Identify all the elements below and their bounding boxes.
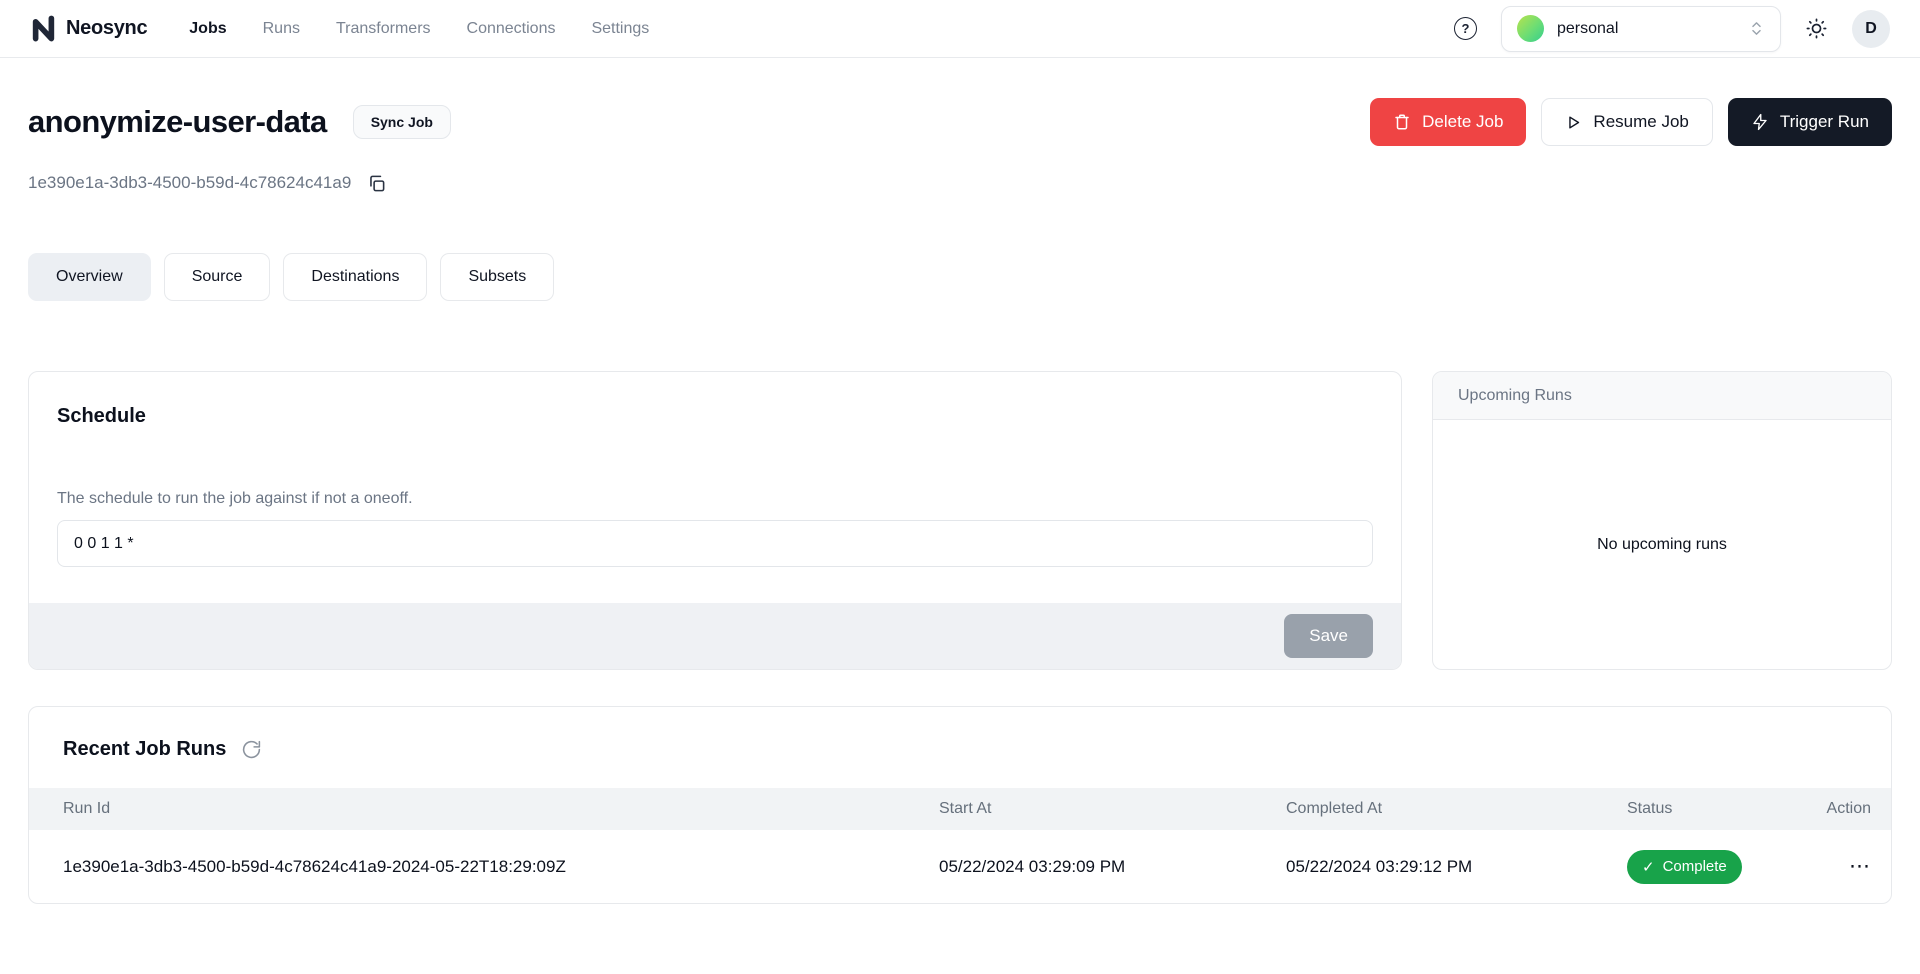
column-completed-at: Completed At — [1286, 800, 1627, 818]
schedule-card-footer: Save — [29, 603, 1401, 669]
chevron-updown-icon — [1748, 20, 1765, 37]
theme-toggle-button[interactable] — [1805, 17, 1828, 40]
upcoming-runs-header: Upcoming Runs — [1433, 372, 1891, 420]
help-icon: ? — [1454, 17, 1477, 40]
refresh-runs-button[interactable] — [241, 739, 262, 760]
recent-job-runs-card: Recent Job Runs Run Id Start At Complete… — [28, 706, 1892, 904]
main-content: anonymize-user-data Sync Job Delete Job … — [0, 98, 1920, 904]
action-cell: ⋯ — [1820, 854, 1871, 879]
resume-job-button[interactable]: Resume Job — [1541, 98, 1712, 146]
resume-job-label: Resume Job — [1593, 112, 1688, 132]
table-row: 1e390e1a-3db3-4500-b59d-4c78624c41a9-202… — [29, 830, 1891, 903]
check-icon: ✓ — [1642, 858, 1655, 876]
refresh-icon — [241, 739, 262, 760]
upcoming-runs-card: Upcoming Runs No upcoming runs — [1432, 371, 1892, 670]
schedule-title: Schedule — [57, 405, 1373, 428]
trigger-run-label: Trigger Run — [1780, 112, 1869, 132]
status-cell: ✓ Complete — [1627, 850, 1820, 884]
delete-job-label: Delete Job — [1422, 112, 1503, 132]
start-at-cell: 05/22/2024 03:29:09 PM — [939, 857, 1286, 877]
save-button[interactable]: Save — [1284, 614, 1373, 658]
job-tabs: Overview Source Destinations Subsets — [28, 253, 1892, 301]
org-avatar-icon — [1517, 15, 1544, 42]
tab-source[interactable]: Source — [164, 253, 271, 301]
trash-icon — [1393, 113, 1411, 131]
upcoming-runs-empty-message: No upcoming runs — [1433, 420, 1891, 669]
brand-name: Neosync — [66, 17, 147, 40]
nav-item-jobs[interactable]: Jobs — [189, 20, 226, 38]
page-header: anonymize-user-data Sync Job Delete Job … — [28, 98, 1892, 193]
row-actions-button[interactable]: ⋯ — [1849, 854, 1871, 879]
column-start-at: Start At — [939, 800, 1286, 818]
trigger-run-button[interactable]: Trigger Run — [1728, 98, 1892, 146]
column-status: Status — [1627, 800, 1820, 818]
tab-overview[interactable]: Overview — [28, 253, 151, 301]
account-name: personal — [1557, 20, 1618, 38]
user-avatar[interactable]: D — [1852, 10, 1890, 48]
sun-icon — [1805, 17, 1828, 40]
navbar-right: ? personal D — [1454, 6, 1890, 52]
job-actions: Delete Job Resume Job Trigger Run — [1370, 98, 1892, 146]
job-id-text: 1e390e1a-3db3-4500-b59d-4c78624c41a9 — [28, 173, 351, 193]
schedule-card: Schedule The schedule to run the job aga… — [28, 371, 1402, 670]
column-run-id: Run Id — [63, 800, 939, 818]
runs-table-header: Run Id Start At Completed At Status Acti… — [29, 788, 1891, 830]
run-id-cell[interactable]: 1e390e1a-3db3-4500-b59d-4c78624c41a9-202… — [63, 857, 939, 877]
cron-schedule-input[interactable] — [57, 520, 1373, 567]
copy-job-id-button[interactable] — [367, 174, 386, 193]
lightning-icon — [1751, 113, 1769, 131]
nav-item-settings[interactable]: Settings — [591, 20, 649, 38]
neosync-logo-icon — [30, 15, 57, 42]
nav-item-runs[interactable]: Runs — [263, 20, 300, 38]
help-button[interactable]: ? — [1454, 17, 1477, 40]
completed-at-cell: 05/22/2024 03:29:12 PM — [1286, 857, 1627, 877]
account-switcher[interactable]: personal — [1501, 6, 1781, 52]
tab-subsets[interactable]: Subsets — [440, 253, 554, 301]
copy-icon — [367, 174, 386, 193]
nav-item-connections[interactable]: Connections — [467, 20, 556, 38]
navbar: Neosync Jobs Runs Transformers Connectio… — [0, 0, 1920, 58]
play-icon — [1565, 114, 1582, 131]
schedule-description: The schedule to run the job against if n… — [57, 490, 1373, 508]
recent-runs-title: Recent Job Runs — [63, 738, 226, 761]
delete-job-button[interactable]: Delete Job — [1370, 98, 1526, 146]
status-label: Complete — [1663, 858, 1727, 875]
tab-destinations[interactable]: Destinations — [283, 253, 427, 301]
column-action: Action — [1820, 800, 1871, 818]
page-title: anonymize-user-data — [28, 104, 327, 140]
status-badge[interactable]: ✓ Complete — [1627, 850, 1742, 884]
nav-item-transformers[interactable]: Transformers — [336, 20, 431, 38]
main-nav: Jobs Runs Transformers Connections Setti… — [189, 20, 649, 38]
neosync-logo[interactable]: Neosync — [30, 15, 147, 42]
job-type-badge: Sync Job — [353, 105, 451, 139]
